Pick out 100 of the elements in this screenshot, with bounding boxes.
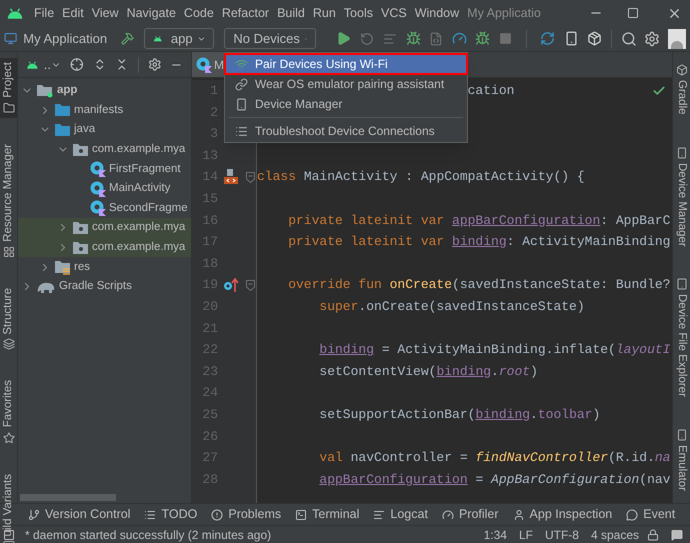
fold-marker-icon[interactable]	[246, 172, 254, 183]
tool-window-icon	[676, 64, 688, 76]
tool-window-tab[interactable]: Device Manager	[672, 142, 690, 250]
tree-item[interactable]: MainActivity	[18, 178, 191, 199]
tree-item-label: app	[57, 83, 78, 98]
tree-item[interactable]: com.example.mya	[18, 140, 191, 160]
editor-tab[interactable]: M	[192, 52, 225, 77]
view-selector[interactable]: ..	[44, 54, 61, 74]
kotlin-class-icon	[90, 161, 106, 178]
code-line: cation	[468, 82, 514, 100]
caret-position[interactable]: 1:34	[484, 526, 507, 543]
profiler-icon[interactable]	[452, 31, 467, 46]
tool-window-icon	[676, 278, 688, 290]
avatar-icon[interactable]	[668, 28, 686, 48]
configuration-dropdown[interactable]: app	[144, 28, 214, 49]
tool-window-button[interactable]: TODO	[144, 505, 198, 524]
menu-item[interactable]: VCS	[376, 4, 411, 22]
apply-changes-icon[interactable]	[360, 32, 374, 46]
sdk-manager-icon[interactable]	[586, 31, 602, 46]
tree-item-label: Gradle Scripts	[59, 279, 132, 294]
menu-item[interactable]: Tools	[340, 4, 377, 22]
locate-icon[interactable]	[70, 57, 84, 72]
tool-window-button[interactable]: Version Control	[28, 505, 130, 524]
attach-icon[interactable]	[429, 32, 444, 46]
tool-window-icon	[2, 338, 14, 350]
tool-window-tab[interactable]: Resource Manager	[0, 140, 18, 262]
settings-icon[interactable]	[148, 57, 162, 72]
device-dropdown[interactable]: No Devices	[224, 28, 316, 49]
fold-marker-icon[interactable]	[246, 280, 254, 291]
menu-item[interactable]: Wear OS emulator pairing assistant	[225, 74, 467, 94]
project-icon	[4, 31, 18, 46]
tool-window-button[interactable]: Terminal	[295, 505, 360, 524]
layout-file-icon[interactable]	[222, 168, 240, 186]
code-line: class MainActivity : AppCompatActivity() {	[257, 168, 585, 186]
hammer-icon[interactable]	[121, 31, 134, 46]
menu-item[interactable]: Window	[410, 4, 464, 22]
menu-item[interactable]: Troubleshoot Device Connections	[225, 121, 467, 141]
debug-icon[interactable]	[406, 31, 420, 46]
override-icon[interactable]	[223, 277, 239, 294]
menu-item[interactable]: Navigate	[122, 4, 180, 22]
tool-window-tab[interactable]: uild Variants	[0, 470, 18, 543]
sync-icon[interactable]	[540, 31, 556, 46]
tree-item-label: java	[74, 122, 96, 138]
code-line: super.onCreate(savedInstanceState)	[319, 298, 585, 316]
tree-item[interactable]: SecondFragme	[18, 198, 191, 218]
tool-window-tab[interactable]: Favorites	[0, 376, 18, 448]
tool-window-tab[interactable]: Gradle	[672, 60, 690, 119]
menu-item[interactable]: Run	[308, 4, 340, 22]
package-folder-icon	[72, 240, 89, 255]
tree-item[interactable]: manifests	[18, 100, 191, 120]
lock-icon[interactable]	[647, 528, 659, 540]
tool-window-button[interactable]: Profiler	[442, 505, 499, 524]
menu-item[interactable]: View	[88, 4, 123, 22]
window-title: My Applicatio	[467, 4, 541, 22]
search-icon[interactable]	[620, 30, 637, 46]
tree-item[interactable]: FirstFragment	[18, 159, 191, 179]
settings-icon[interactable]	[644, 30, 660, 46]
menu-item[interactable]: Build	[273, 4, 309, 22]
project-name[interactable]: My Application	[23, 28, 108, 48]
menu-item[interactable]: Device Manager	[225, 94, 467, 114]
tool-window-icon	[28, 508, 40, 520]
notifications-icon[interactable]	[671, 528, 683, 540]
tool-window-button[interactable]: Problems	[211, 505, 282, 524]
tree-item[interactable]: java	[18, 120, 191, 140]
menu-item[interactable]: Edit	[58, 4, 88, 22]
tree-item[interactable]: res	[18, 257, 191, 277]
device-manager-icon[interactable]	[564, 31, 579, 46]
tree-item[interactable]: Gradle Scripts	[18, 276, 191, 297]
line-separator[interactable]: LF	[518, 526, 533, 543]
indent-setting[interactable]: 4 spaces	[590, 526, 639, 543]
tool-window-tab[interactable]: Emulator	[672, 425, 690, 496]
menu-item[interactable]: Code	[180, 4, 218, 22]
menu-item[interactable]: Refactor	[218, 4, 274, 22]
tool-window-icon	[211, 508, 224, 520]
run-icon[interactable]	[336, 31, 351, 46]
tool-window-tab[interactable]: Project	[0, 58, 18, 118]
scrollbar[interactable]	[20, 494, 116, 501]
menu-item[interactable]: File	[30, 4, 58, 22]
tool-window-tab[interactable]: Structure	[0, 284, 18, 354]
tool-window-icon	[676, 146, 688, 159]
tool-window-button[interactable]: Event	[626, 505, 676, 524]
tree-item-label: MainActivity	[109, 181, 170, 196]
apply-code-changes-icon[interactable]	[382, 32, 397, 46]
tree-item[interactable]: com.example.mya	[18, 218, 191, 238]
tool-window-button[interactable]: Logcat	[373, 505, 428, 524]
tree-item[interactable]: app	[18, 81, 191, 101]
maximize-icon[interactable]	[627, 7, 639, 19]
package-folder-icon	[72, 142, 89, 157]
attach-debugger-icon[interactable]	[475, 31, 490, 46]
tool-window-tab[interactable]: Device File Explorer	[672, 274, 690, 402]
file-encoding[interactable]: UTF-8	[544, 526, 579, 543]
tool-window-icon	[2, 102, 14, 114]
stop-icon[interactable]	[499, 32, 512, 45]
tree-item-label: res	[74, 260, 90, 275]
menu-item-icon	[235, 78, 248, 90]
tool-window-button[interactable]: App Inspection	[512, 505, 612, 524]
tree-item[interactable]: com.example.mya	[18, 238, 191, 258]
menu-item[interactable]: Pair Devices Using Wi-Fi	[225, 54, 467, 74]
tool-window-icon	[2, 246, 14, 258]
menu-item-icon	[235, 124, 248, 138]
